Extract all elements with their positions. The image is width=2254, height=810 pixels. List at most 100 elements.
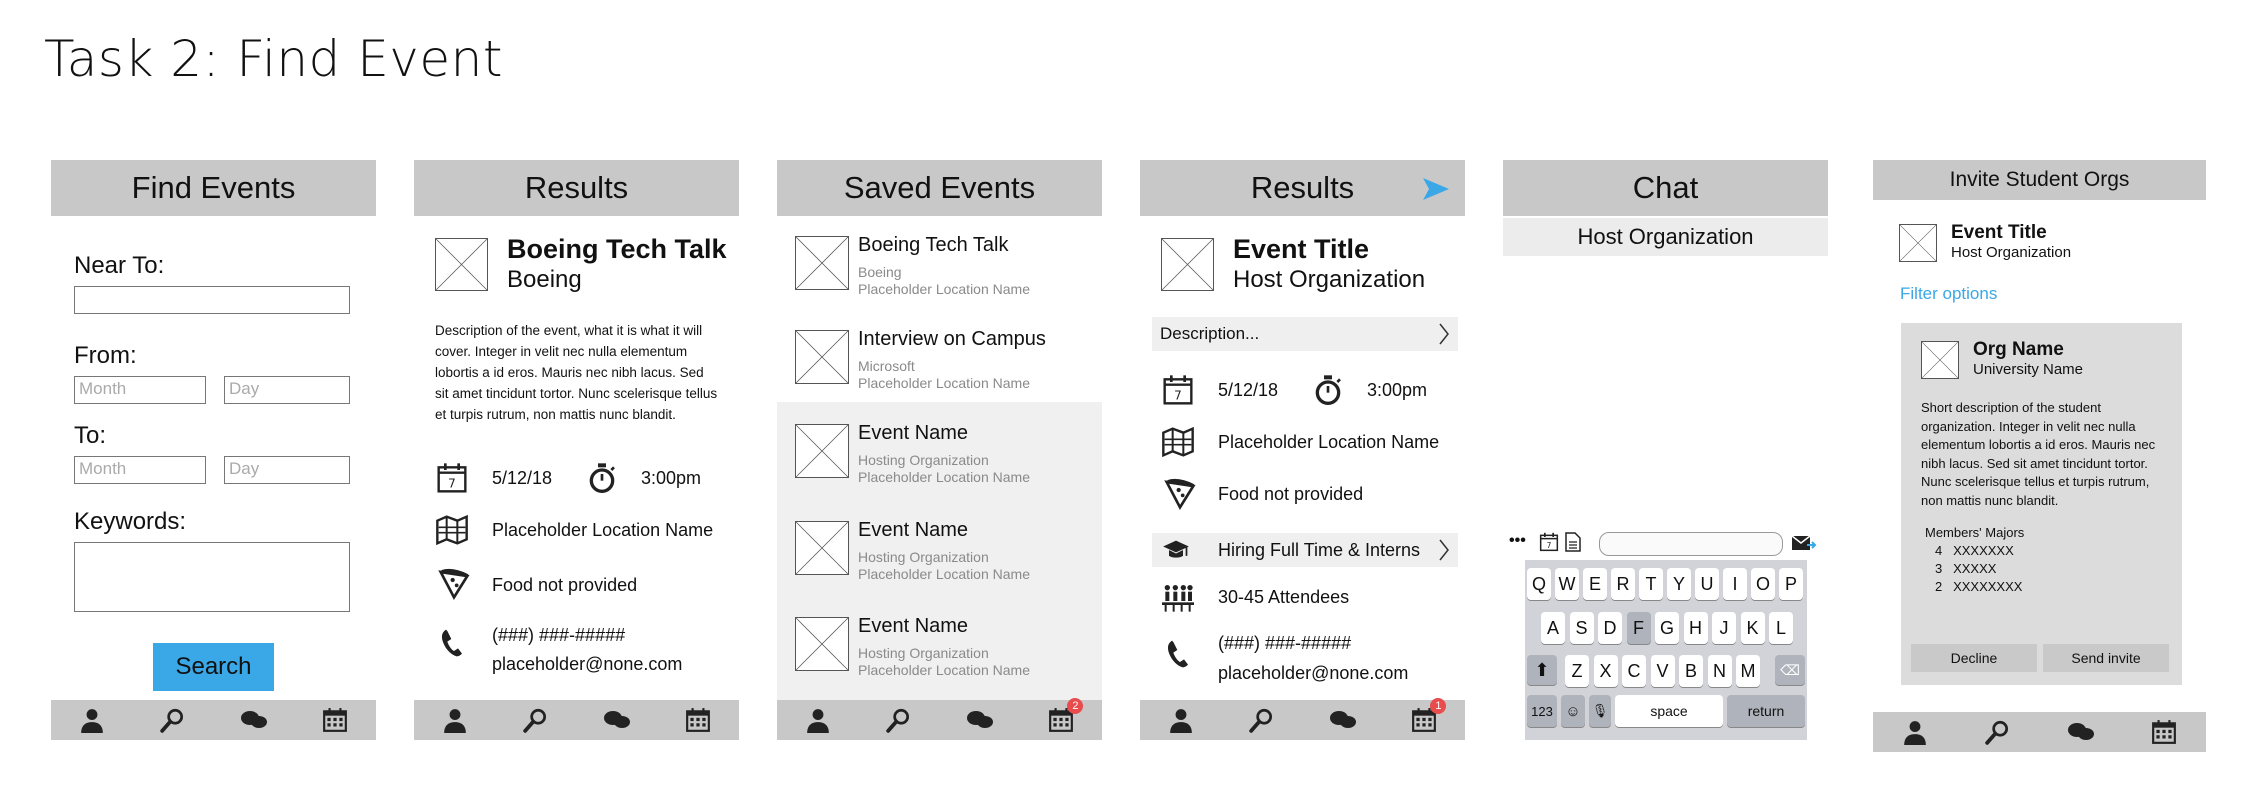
backspace-key[interactable]: ⌫ [1775,655,1805,685]
send-invite-button[interactable]: Send invite [2043,644,2169,672]
chat-icon [1329,708,1357,732]
calendar-icon [2151,719,2177,745]
key-t[interactable]: T [1639,568,1663,600]
calendar-attach-icon[interactable] [1539,532,1559,552]
hiring-row[interactable]: Hiring Full Time & Interns [1152,533,1458,567]
search-nav-button[interactable] [1246,704,1278,736]
key-q[interactable]: Q [1527,568,1551,600]
org-card[interactable]: Org Name University Name Short descripti… [1901,323,2182,685]
calendar-nav-button[interactable] [682,704,714,736]
screen-header: Results [414,160,739,216]
screen-header: Invite Student Orgs [1873,160,2206,200]
document-attach-icon[interactable] [1565,532,1581,552]
key-h[interactable]: H [1683,612,1708,644]
microphone-key[interactable]: 🎙 [1589,695,1611,727]
key-d[interactable]: D [1598,612,1622,644]
chat-nav-button[interactable] [1327,704,1359,736]
search-nav-button[interactable] [1982,716,2014,748]
profile-nav-button[interactable] [439,704,471,736]
key-j[interactable]: J [1712,612,1736,644]
key-c[interactable]: C [1622,655,1646,687]
search-button[interactable]: Search [153,643,274,691]
key-v[interactable]: V [1650,655,1675,687]
keywords-textarea[interactable] [74,542,350,612]
saved-event-location: Placeholder Location Name [858,469,1030,485]
space-key[interactable]: space [1615,695,1723,727]
calendar-nav-button[interactable] [319,704,351,736]
key-p[interactable]: P [1779,568,1803,600]
key-i[interactable]: I [1723,568,1747,600]
saved-event-org: Hosting Organization [858,645,989,661]
key-r[interactable]: R [1611,568,1635,600]
from-month-input[interactable]: Month [74,376,206,404]
chat-nav-button[interactable] [964,704,996,736]
key-w[interactable]: W [1555,568,1579,600]
chat-nav-button[interactable] [238,704,270,736]
key-n[interactable]: N [1707,655,1732,687]
description-row[interactable]: Description... [1152,317,1458,351]
send-message-icon[interactable] [1791,533,1817,553]
chat-nav-button[interactable] [601,704,633,736]
key-x[interactable]: X [1593,655,1618,687]
calendar-nav-button[interactable] [2148,716,2180,748]
contact-email[interactable]: placeholder@none.com [492,654,682,675]
key-b[interactable]: B [1679,655,1703,687]
description-preview: Description... [1160,324,1260,343]
key-e[interactable]: E [1583,568,1607,600]
search-nav-button[interactable] [883,704,915,736]
more-options-icon[interactable]: ••• [1509,532,1526,550]
return-key[interactable]: return [1727,695,1805,727]
key-s[interactable]: S [1569,612,1594,644]
calendar-nav-button[interactable]: 1 [1408,698,1447,736]
calendar-icon [322,707,348,733]
search-icon [160,707,186,733]
message-input[interactable] [1599,532,1783,556]
profile-nav-button[interactable] [1899,716,1931,748]
contact-email[interactable]: placeholder@none.com [1218,663,1408,684]
stopwatch-icon [586,462,618,494]
key-l[interactable]: L [1769,612,1793,644]
keywords-label: Keywords: [74,508,187,535]
saved-event-title: Event Name [858,615,969,637]
send-arrow-icon[interactable] [1423,178,1449,200]
major-name: XXXXX [1953,561,1997,576]
saved-event-item[interactable]: Interview on Campus Microsoft Placeholde… [777,316,1102,408]
key-z[interactable]: Z [1565,655,1589,687]
key-o[interactable]: O [1751,568,1775,600]
key-k[interactable]: K [1740,612,1765,644]
filter-options-link[interactable]: Filter options [1900,284,1997,304]
major-count: 3 [1935,561,1943,576]
to-day-input[interactable]: Day [224,456,350,484]
calendar-nav-button[interactable]: 2 [1045,698,1084,736]
key-g[interactable]: G [1655,612,1679,644]
bottom-nav [51,700,376,740]
profile-nav-button[interactable] [802,704,834,736]
key-u[interactable]: U [1695,568,1719,600]
numbers-key[interactable]: 123 [1527,695,1557,727]
placeholder-image-icon [795,236,849,290]
saved-event-item[interactable]: Event Name Hosting Organization Placehol… [777,410,1102,502]
search-nav-button[interactable] [157,704,189,736]
event-detail-screen: Results Event Title Host Organization De… [1140,160,1465,740]
key-m[interactable]: M [1736,655,1760,687]
chat-nav-button[interactable] [2065,716,2097,748]
profile-nav-button[interactable] [76,704,108,736]
from-day-input[interactable]: Day [224,376,350,404]
near-to-input[interactable] [74,286,350,314]
saved-event-item[interactable]: Event Name Hosting Organization Placehol… [777,603,1102,695]
search-nav-button[interactable] [520,704,552,736]
profile-nav-button[interactable] [1165,704,1197,736]
contact-phone[interactable]: (###) ###-##### [1218,633,1351,654]
contact-phone[interactable]: (###) ###-##### [492,625,625,646]
key-y[interactable]: Y [1667,568,1691,600]
saved-event-item[interactable]: Boeing Tech Talk Boeing Placeholder Loca… [777,222,1102,314]
emoji-key[interactable]: ☺ [1561,695,1585,727]
key-a[interactable]: A [1541,612,1565,644]
key-f[interactable]: F [1626,612,1651,644]
shift-key[interactable]: ⬆ [1527,655,1557,685]
saved-event-item[interactable]: Event Name Hosting Organization Placehol… [777,507,1102,599]
screen-header: Saved Events [777,160,1102,216]
placeholder-image-icon [795,521,849,575]
decline-button[interactable]: Decline [1911,644,2037,672]
to-month-input[interactable]: Month [74,456,206,484]
